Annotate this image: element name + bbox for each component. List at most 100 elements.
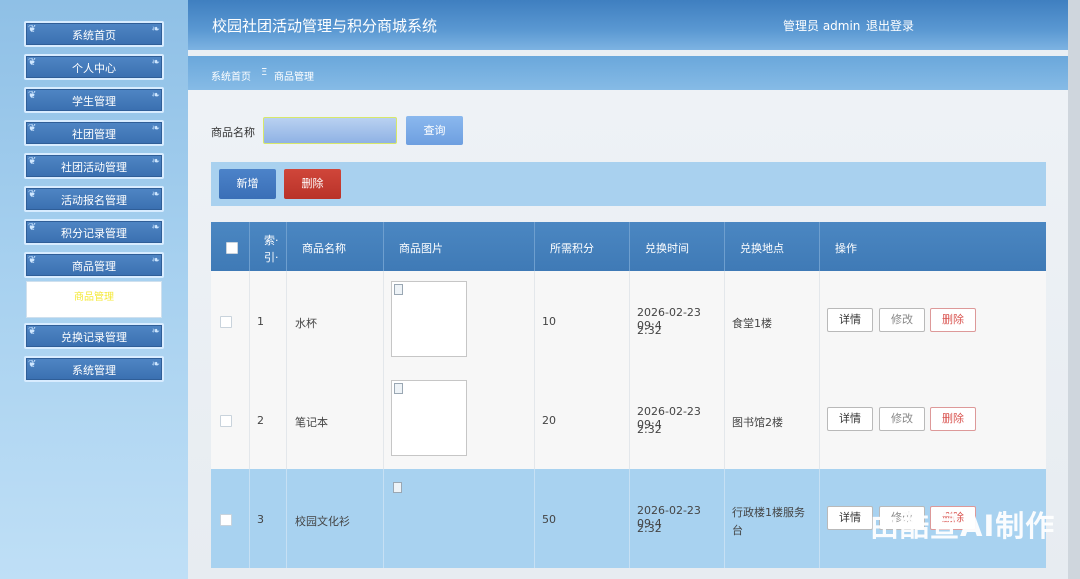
row-actions-cell: 详情 修改 删除 <box>820 271 1046 370</box>
row-image-cell <box>384 370 535 469</box>
ornament-icon: ❦ <box>28 359 37 370</box>
sidebar-item-label: 社团管理 <box>72 128 116 141</box>
row-checkbox[interactable] <box>220 514 232 526</box>
query-button[interactable]: 查询 <box>406 116 463 145</box>
sidebar-item-label: 系统管理 <box>72 364 116 377</box>
row-select-cell <box>211 271 250 370</box>
logout-link[interactable]: 退出登录 <box>866 17 914 34</box>
breadcrumb-home[interactable]: 系统首页 <box>211 68 251 83</box>
delete-button[interactable]: 删除 <box>930 308 976 332</box>
row-time-line2: 2:32 <box>637 522 662 535</box>
sidebar-item-exchange-records[interactable]: ❦ 兑换记录管理 ❧ <box>24 323 164 349</box>
row-points-cell: 50 <box>535 469 630 568</box>
broken-image-icon <box>394 284 403 295</box>
detail-button[interactable]: 详情 <box>827 506 873 530</box>
sidebar-item-label: 社团活动管理 <box>61 161 127 174</box>
header-time: 兑换时间 <box>630 222 725 271</box>
sidebar: ❦ 系统首页 ❧ ❦ 个人中心 ❧ ❦ 学生管理 ❧ ❦ 社团管理 ❧ ❦ 社团活动管理 ❧ ❦ 活动… <box>0 0 188 579</box>
watermark-text: 由酷宣AI制作 <box>870 509 1056 543</box>
ornament-icon: ❦ <box>28 123 37 134</box>
product-image <box>391 380 467 456</box>
header-points-label: 所需积分 <box>550 242 594 255</box>
bulk-delete-button[interactable]: 删除 <box>284 169 341 199</box>
row-product-name: 水杯 <box>295 317 317 330</box>
sidebar-item-registrations[interactable]: ❦ 活动报名管理 ❧ <box>24 186 164 212</box>
row-index: 1 <box>257 315 264 328</box>
row-points: 50 <box>542 513 556 526</box>
row-product-name: 校园文化衫 <box>295 515 350 528</box>
header-image-label: 商品图片 <box>399 242 443 255</box>
ornament-icon: ❧ <box>151 24 160 35</box>
row-time-line2: 2:32 <box>637 423 662 436</box>
sidebar-item-points-records[interactable]: ❦ 积分记录管理 ❧ <box>24 219 164 245</box>
row-place-cell: 图书馆2楼 <box>725 370 820 469</box>
sidebar-item-home[interactable]: ❦ 系统首页 ❧ <box>24 21 164 47</box>
row-place-line1: 行政楼1楼服务 <box>732 506 805 519</box>
search-label: 商品名称 <box>211 126 255 139</box>
sidebar-item-products[interactable]: ❦ 商品管理 ❧ <box>24 252 164 278</box>
row-place-cell: 行政楼1楼服务 台 <box>725 469 820 568</box>
app-title: 校园社团活动管理与积分商城系统 <box>212 17 438 35</box>
header-actions-label: 操作 <box>835 242 857 255</box>
row-actions-cell: 详情 修改 删除 <box>820 370 1046 469</box>
row-index-cell: 3 <box>250 469 287 568</box>
broken-image-icon <box>394 383 403 394</box>
submenu-item-products[interactable]: 商品管理 <box>26 281 162 318</box>
sidebar-item-system[interactable]: ❦ 系统管理 ❧ <box>24 356 164 382</box>
header-name-label: 商品名称 <box>302 242 346 255</box>
sidebar-item-clubs[interactable]: ❦ 社团管理 ❧ <box>24 120 164 146</box>
search-input[interactable] <box>263 117 397 144</box>
add-button[interactable]: 新增 <box>219 169 276 199</box>
ornament-icon: ❧ <box>151 189 160 200</box>
header-place-label: 兑换地点 <box>740 242 784 255</box>
edit-button[interactable]: 修改 <box>879 407 925 431</box>
row-select-cell <box>211 370 250 469</box>
submenu-item-label: 商品管理 <box>74 292 114 303</box>
ornament-icon: ❧ <box>151 222 160 233</box>
row-points-cell: 20 <box>535 370 630 469</box>
sidebar-item-label: 积分记录管理 <box>61 227 127 240</box>
ornament-icon: ❧ <box>151 326 160 337</box>
header-place: 兑换地点 <box>725 222 820 271</box>
ornament-icon: ❦ <box>28 57 37 68</box>
sidebar-item-label: 兑换记录管理 <box>61 331 127 344</box>
sidebar-item-label: 活动报名管理 <box>61 194 127 207</box>
sidebar-item-students[interactable]: ❦ 学生管理 ❧ <box>24 87 164 113</box>
header-points: 所需积分 <box>535 222 630 271</box>
row-checkbox[interactable] <box>220 415 232 427</box>
row-image-cell <box>384 271 535 370</box>
detail-button[interactable]: 详情 <box>827 308 873 332</box>
header-index: 索· 引· <box>250 222 287 271</box>
edit-button[interactable]: 修改 <box>879 308 925 332</box>
sidebar-item-label: 系统首页 <box>72 29 116 42</box>
ornament-icon: ❧ <box>151 123 160 134</box>
delete-button[interactable]: 删除 <box>930 407 976 431</box>
breadcrumb-separator-icon: Ξ <box>261 67 268 78</box>
row-index-cell: 1 <box>250 271 287 370</box>
row-time-cell: 2026-02-23 09:4 2:32 <box>630 271 725 370</box>
header-select-cell <box>211 222 250 271</box>
sidebar-item-club-activities[interactable]: ❦ 社团活动管理 ❧ <box>24 153 164 179</box>
ornament-icon: ❧ <box>151 156 160 167</box>
row-index: 3 <box>257 513 264 526</box>
ornament-icon: ❦ <box>28 90 37 101</box>
sidebar-item-profile[interactable]: ❦ 个人中心 ❧ <box>24 54 164 80</box>
sidebar-item-label: 个人中心 <box>72 62 116 75</box>
row-index-cell: 2 <box>250 370 287 469</box>
row-time-line2: 2:32 <box>637 324 662 337</box>
ornament-icon: ❦ <box>28 326 37 337</box>
detail-button[interactable]: 详情 <box>827 407 873 431</box>
ornament-icon: ❧ <box>151 90 160 101</box>
header-actions: 操作 <box>820 222 1046 271</box>
current-user: 管理员 admin <box>783 19 861 33</box>
page-scrollbar[interactable] <box>1068 0 1080 579</box>
row-select-cell <box>211 469 250 568</box>
row-checkbox[interactable] <box>220 316 232 328</box>
row-place-cell: 食堂1楼 <box>725 271 820 370</box>
header-name: 商品名称 <box>287 222 384 271</box>
row-name-cell: 校园文化衫 <box>287 469 384 568</box>
row-index: 2 <box>257 414 264 427</box>
row-name-cell: 水杯 <box>287 271 384 370</box>
select-all-checkbox[interactable] <box>226 242 238 254</box>
row-place: 图书馆2楼 <box>732 416 783 429</box>
